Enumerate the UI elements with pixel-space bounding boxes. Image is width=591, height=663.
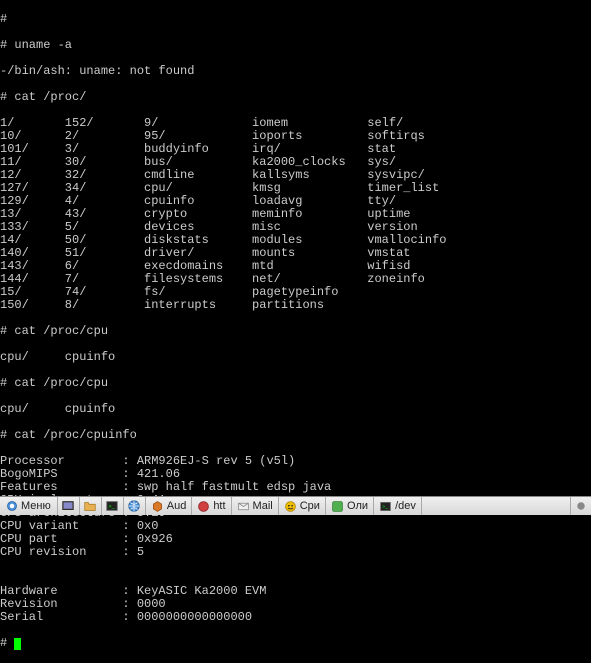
app-label: Oли bbox=[347, 500, 368, 512]
terminal-launcher-button[interactable]: >_ bbox=[102, 497, 124, 515]
cpuinfo-row: CPU part : 0x926 bbox=[0, 533, 591, 546]
app-label: Aud bbox=[167, 500, 187, 512]
terminal-line: # bbox=[0, 13, 591, 26]
system-tray bbox=[570, 497, 591, 515]
taskbar-app[interactable]: htt bbox=[192, 497, 231, 515]
app-icon bbox=[284, 500, 297, 513]
taskbar-app[interactable]: Mail bbox=[232, 497, 279, 515]
cpuinfo-row: CPU variant : 0x0 bbox=[0, 520, 591, 533]
svg-text:>_: >_ bbox=[109, 504, 115, 510]
folder-icon bbox=[83, 499, 97, 513]
terminal-icon: >_ bbox=[379, 500, 392, 513]
app-label: /dev bbox=[395, 500, 416, 512]
browser-launcher-button[interactable] bbox=[124, 497, 146, 515]
terminal-line: # cat /proc/ bbox=[0, 91, 591, 104]
terminal-output: # # uname -a -/bin/ash: uname: not found… bbox=[0, 0, 591, 663]
cpuinfo-row: Serial : 0000000000000000 bbox=[0, 611, 591, 624]
terminal-line: # cat /proc/cpu bbox=[0, 325, 591, 338]
app-icon bbox=[197, 500, 210, 513]
app-label: Cpи bbox=[300, 500, 320, 512]
terminal-icon: >_ bbox=[105, 499, 119, 513]
proc-row: 150/ 8/ interrupts partitions bbox=[0, 299, 591, 312]
desktop-icon bbox=[61, 499, 75, 513]
mail-icon bbox=[237, 500, 250, 513]
terminal-line: -/bin/ash: uname: not found bbox=[0, 65, 591, 78]
file-manager-button[interactable] bbox=[80, 497, 102, 515]
terminal-line: cpu/ cpuinfo bbox=[0, 351, 591, 364]
menu-label: Меню bbox=[21, 500, 51, 512]
terminal-line: # uname -a bbox=[0, 39, 591, 52]
taskbar-app[interactable]: Oли bbox=[326, 497, 374, 515]
proc-listing: 1/ 152/ 9/ iomem self/10/ 2/ 95/ ioports… bbox=[0, 117, 591, 312]
cpuinfo-row: Revision : 0000 bbox=[0, 598, 591, 611]
app-icon bbox=[151, 500, 164, 513]
app-icon bbox=[331, 500, 344, 513]
tray-icon[interactable] bbox=[575, 500, 587, 512]
globe-icon bbox=[127, 499, 141, 513]
taskbar-app[interactable]: Aud bbox=[146, 497, 193, 515]
start-menu-button[interactable]: Меню bbox=[0, 497, 58, 515]
cpuinfo-block: Hardware : KeyASIC Ka2000 EVMRevision : … bbox=[0, 585, 591, 624]
taskbar-app[interactable]: >_ /dev bbox=[374, 497, 422, 515]
app-label: htt bbox=[213, 500, 225, 512]
cpuinfo-row: Hardware : KeyASIC Ka2000 EVM bbox=[0, 585, 591, 598]
app-label: Mail bbox=[253, 500, 273, 512]
taskbar-app[interactable]: Cpи bbox=[279, 497, 326, 515]
prompt-line[interactable]: # bbox=[0, 637, 591, 650]
terminal-line: cpu/ cpuinfo bbox=[0, 403, 591, 416]
cursor bbox=[14, 638, 21, 650]
svg-text:>_: >_ bbox=[382, 504, 388, 510]
terminal-line: # cat /proc/cpuinfo bbox=[0, 429, 591, 442]
show-desktop-button[interactable] bbox=[58, 497, 80, 515]
terminal-line: # cat /proc/cpu bbox=[0, 377, 591, 390]
cpuinfo-row: CPU revision : 5 bbox=[0, 546, 591, 559]
taskbar: Меню >_ Aud htt Mail Cpи Oли >_ /dev bbox=[0, 496, 591, 515]
menu-icon bbox=[6, 500, 18, 512]
